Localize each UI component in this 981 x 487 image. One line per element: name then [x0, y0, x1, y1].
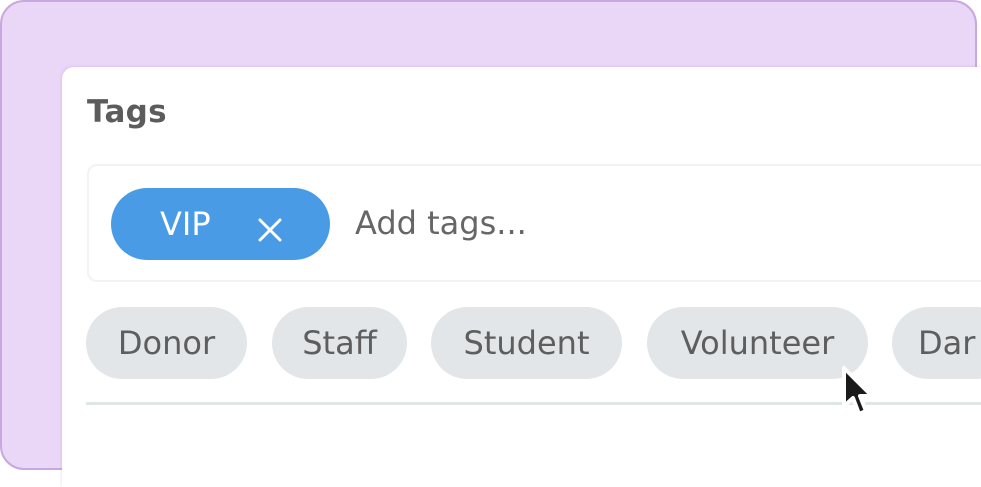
selected-tag-label: VIP: [160, 205, 211, 243]
mouse-pointer-icon: [838, 362, 898, 432]
suggestion-label: Student: [463, 324, 590, 362]
add-tags-input[interactable]: [355, 194, 755, 252]
suggestion-chip-volunteer[interactable]: Volunteer: [647, 307, 868, 379]
suggestion-chip-staff[interactable]: Staff: [272, 307, 407, 379]
suggestion-label: Staff: [302, 324, 377, 362]
suggestion-label: Donor: [117, 324, 216, 362]
suggestion-label: Dar: [918, 324, 976, 362]
suggestion-chip-dar[interactable]: Dar: [892, 307, 981, 379]
tags-title: Tags: [87, 94, 167, 130]
selected-tag-chip: VIP: [111, 188, 330, 260]
suggestion-chip-donor[interactable]: Donor: [86, 307, 247, 379]
tag-input-box[interactable]: VIP: [87, 164, 981, 282]
close-icon[interactable]: [258, 212, 282, 242]
suggestion-label: Volunteer: [680, 324, 835, 362]
suggestion-chip-student[interactable]: Student: [431, 307, 622, 379]
